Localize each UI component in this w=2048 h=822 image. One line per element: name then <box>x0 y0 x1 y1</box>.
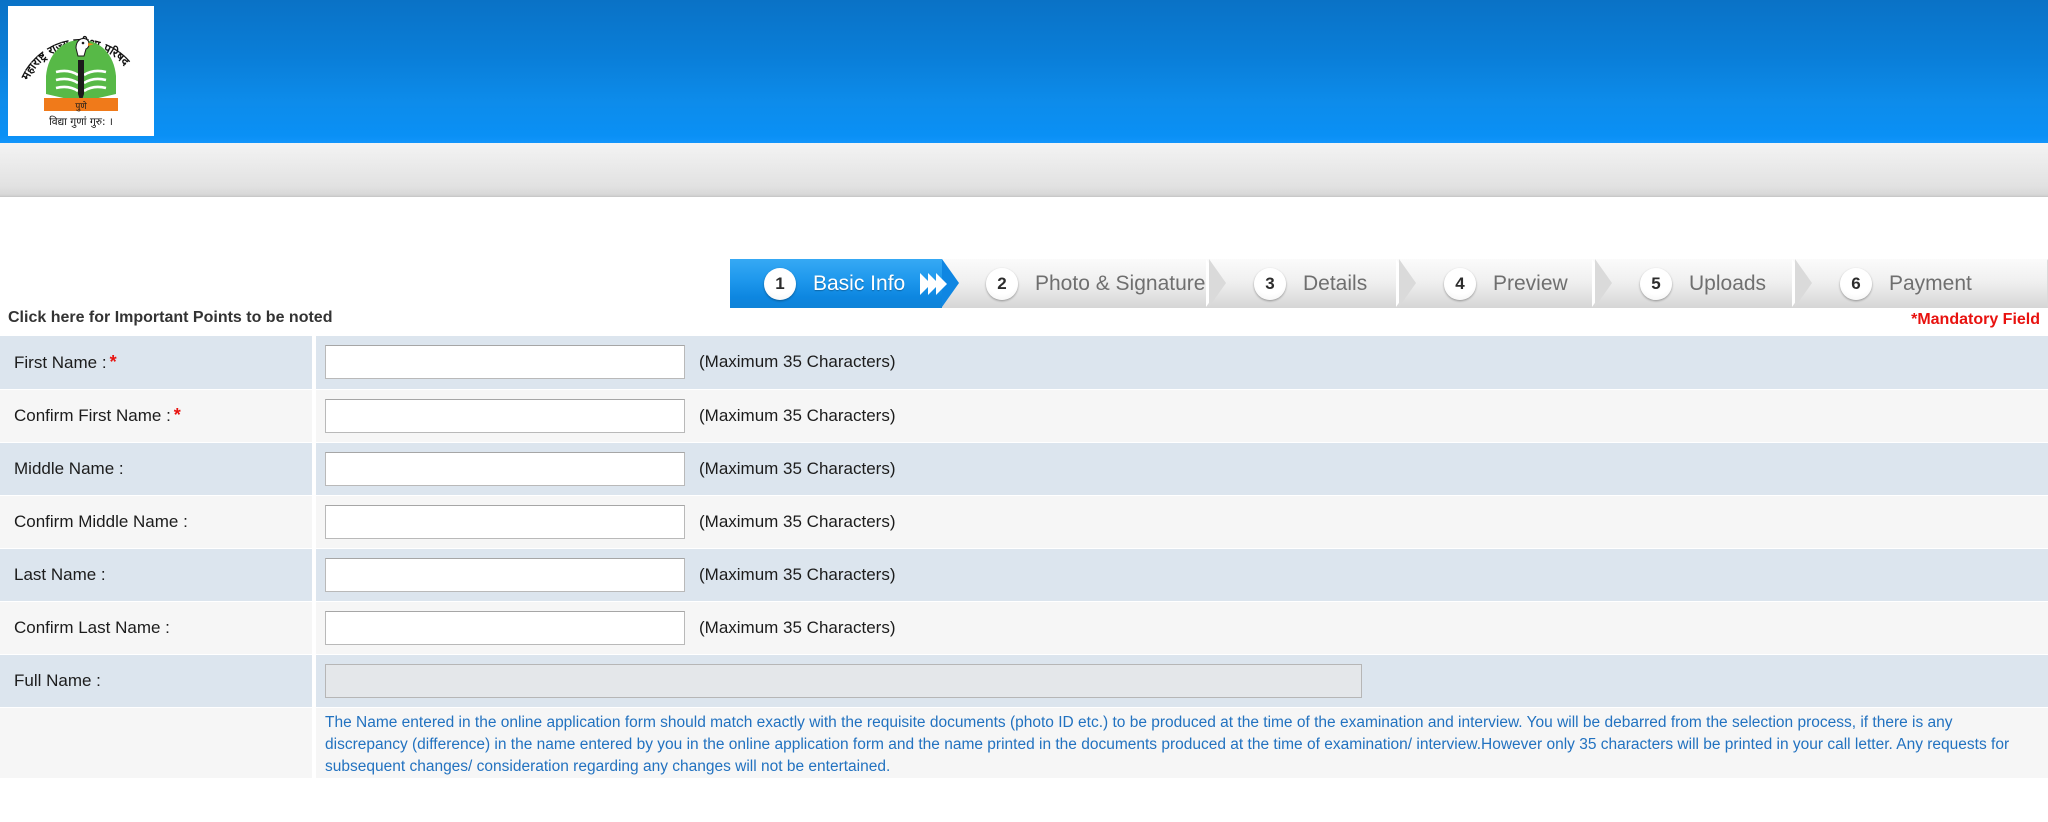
confirm-middle-name-input[interactable] <box>325 504 685 539</box>
step-number-5: 5 <box>1640 267 1672 300</box>
note-cell: The Name entered in the online applicati… <box>314 707 2048 778</box>
logo: महाराष्ट्र राज्य परीक्षा परिषद पुणे विद् <box>8 6 154 136</box>
field-middle-name: (Maximum 35 Characters) <box>314 442 2048 496</box>
step-label-2: Photo & Signature <box>1035 271 1206 295</box>
step-label-5: Uploads <box>1689 271 1767 295</box>
step-uploads[interactable]: 5 Uploads <box>1596 259 1812 308</box>
hint-confirm-first-name: (Maximum 35 Characters) <box>699 405 896 425</box>
progress-steps-region: 1 Basic Info 2 Photo & Signature 3 Detai… <box>0 259 2048 308</box>
step-number-2: 2 <box>986 267 1018 300</box>
field-full-name <box>314 654 2048 708</box>
label-text: Confirm Last Name : <box>14 617 170 637</box>
header-sub-bar <box>0 143 2048 197</box>
step-payment[interactable]: 6 Payment <box>1796 259 2048 308</box>
content-spacer <box>0 197 2048 259</box>
step-details[interactable]: 3 Details <box>1210 259 1416 308</box>
important-points-link[interactable]: Click here for Important Points to be no… <box>8 309 332 327</box>
table-row: Confirm Last Name : (Maximum 35 Characte… <box>0 601 2048 655</box>
step-number-4: 4 <box>1444 267 1476 300</box>
note-empty-label <box>0 707 316 778</box>
label-text: Confirm Middle Name : <box>14 511 188 531</box>
hint-middle-name: (Maximum 35 Characters) <box>699 458 896 478</box>
table-row: Full Name : <box>0 654 2048 708</box>
table-row: First Name : * (Maximum 35 Characters) <box>0 336 2048 390</box>
step-label-6: Payment <box>1889 271 1972 295</box>
field-first-name: (Maximum 35 Characters) <box>314 336 2048 390</box>
field-confirm-middle-name: (Maximum 35 Characters) <box>314 495 2048 549</box>
table-row: Confirm Middle Name : (Maximum 35 Charac… <box>0 495 2048 549</box>
label-confirm-middle-name: Confirm Middle Name : <box>0 495 316 549</box>
step-photo-signature[interactable]: 2 Photo & Signature <box>942 259 1226 308</box>
label-text: First Name : <box>14 352 107 372</box>
progress-steps: 1 Basic Info 2 Photo & Signature 3 Detai… <box>730 259 2048 308</box>
field-confirm-first-name: (Maximum 35 Characters) <box>314 389 2048 443</box>
name-match-warning: The Name entered in the online applicati… <box>325 713 2010 775</box>
site-header: महाराष्ट्र राज्य परीक्षा परिषद पुणे विद् <box>0 0 2048 143</box>
label-text: Last Name : <box>14 564 106 584</box>
step-number-1: 1 <box>764 267 796 300</box>
label-last-name: Last Name : <box>0 548 316 602</box>
hint-confirm-middle-name: (Maximum 35 Characters) <box>699 511 896 531</box>
mandatory-field-note: *Mandatory Field <box>1911 311 2040 328</box>
label-confirm-first-name: Confirm First Name : * <box>0 389 316 443</box>
label-middle-name: Middle Name : <box>0 442 316 496</box>
middle-name-input[interactable] <box>325 451 685 486</box>
required-asterisk: * <box>173 405 181 425</box>
step-basic-info[interactable]: 1 Basic Info <box>730 259 959 308</box>
required-asterisk: * <box>109 351 117 372</box>
hint-confirm-last-name: (Maximum 35 Characters) <box>699 617 896 637</box>
last-name-input[interactable] <box>325 557 685 592</box>
label-text: Confirm First Name : <box>14 406 171 425</box>
label-text: Middle Name : <box>14 458 124 478</box>
table-row: Middle Name : (Maximum 35 Characters) <box>0 442 2048 496</box>
svg-text:पुणे: पुणे <box>75 100 87 112</box>
confirm-first-name-input[interactable] <box>325 398 685 433</box>
parishad-emblem-icon: महाराष्ट्र राज्य परीक्षा परिषद पुणे विद् <box>18 35 133 128</box>
label-confirm-last-name: Confirm Last Name : <box>0 601 316 655</box>
label-full-name: Full Name : <box>0 654 316 708</box>
hint-last-name: (Maximum 35 Characters) <box>699 564 896 584</box>
step-preview[interactable]: 4 Preview <box>1400 259 1612 308</box>
basic-info-form: First Name : * (Maximum 35 Characters) Co… <box>0 336 2048 778</box>
step-number-3: 3 <box>1254 267 1286 300</box>
step-number-6: 6 <box>1840 267 1872 300</box>
table-row-note: The Name entered in the online applicati… <box>0 707 2048 778</box>
label-first-name: First Name : * <box>0 336 316 390</box>
notice-row: Click here for Important Points to be no… <box>0 308 2048 336</box>
field-last-name: (Maximum 35 Characters) <box>314 548 2048 602</box>
first-name-input[interactable] <box>325 345 685 380</box>
confirm-last-name-input[interactable] <box>325 610 685 645</box>
step-label-1: Basic Info <box>813 271 906 295</box>
chevrons-right-icon <box>920 272 948 295</box>
label-text: Full Name : <box>14 670 101 690</box>
svg-text:विद्या गुणांं गुरु: ।: विद्या गुणांं गुरु: । <box>49 115 113 128</box>
table-row: Confirm First Name : * (Maximum 35 Charac… <box>0 389 2048 443</box>
step-label-4: Preview <box>1493 271 1568 295</box>
hint-first-name: (Maximum 35 Characters) <box>699 352 896 372</box>
full-name-input <box>325 663 1362 698</box>
table-row: Last Name : (Maximum 35 Characters) <box>0 548 2048 602</box>
step-label-3: Details <box>1303 271 1368 295</box>
field-confirm-last-name: (Maximum 35 Characters) <box>314 601 2048 655</box>
